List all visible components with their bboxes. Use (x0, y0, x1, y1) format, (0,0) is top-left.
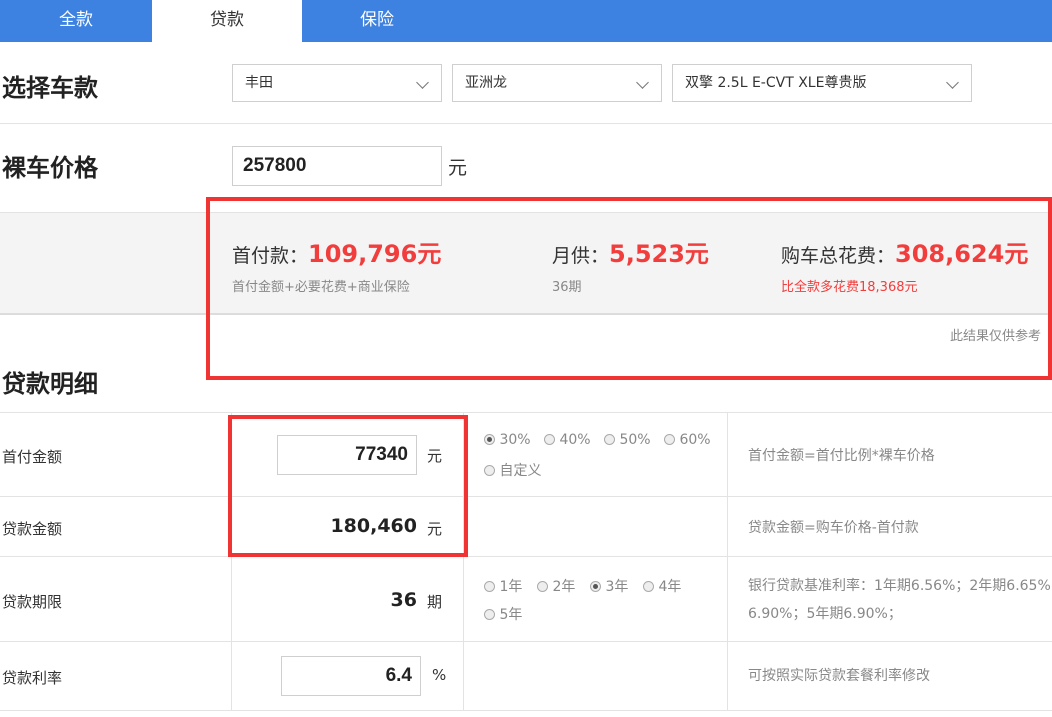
option-label: 2年 (552, 579, 576, 595)
option-label: 50% (619, 432, 651, 448)
radio-icon (484, 581, 495, 592)
trim-select-value: 双擎 2.5L E-CVT XLE尊贵版 (685, 75, 867, 91)
term-option-1y[interactable]: 1年 (484, 576, 522, 596)
option-label: 4年 (658, 579, 682, 595)
chevron-down-icon (946, 76, 959, 89)
trim-select[interactable]: 双擎 2.5L E-CVT XLE尊贵版 (672, 64, 972, 102)
loan-term-label: 贷款期限 (2, 593, 63, 611)
option-label: 3年 (605, 579, 629, 595)
price-unit: 元 (448, 157, 468, 179)
radio-icon (604, 434, 615, 445)
radio-icon (664, 434, 675, 445)
divider (0, 710, 1052, 711)
brand-select-value: 丰田 (245, 75, 273, 91)
option-label: 60% (679, 432, 711, 448)
term-option-4y[interactable]: 4年 (643, 576, 681, 596)
loan-term-value: 36 (390, 589, 417, 611)
chevron-down-icon (416, 76, 429, 89)
radio-icon (544, 434, 555, 445)
amount-highlight-box (228, 415, 468, 557)
radio-icon (537, 581, 548, 592)
loan-term-note-line2: 6.90%；5年期6.90%； (748, 606, 902, 622)
term-option-2y[interactable]: 2年 (537, 576, 575, 596)
down-ratio-option-60[interactable]: 60% (664, 432, 711, 448)
loan-term-note-line1: 银行贷款基准利率：1年期6.56%；2年期6.65%； (748, 578, 1052, 594)
option-label: 30% (499, 432, 531, 448)
down-ratio-option-custom[interactable]: 自定义 (484, 460, 541, 480)
price-title: 裸车价格 (2, 154, 98, 182)
divider (0, 123, 1052, 124)
tab-loan[interactable]: 贷款 (152, 0, 302, 42)
term-option-3y[interactable]: 3年 (590, 576, 628, 596)
tab-full-payment[interactable]: 全款 (0, 0, 152, 42)
loan-term-unit: 期 (427, 593, 443, 611)
loan-amount-label: 贷款金额 (2, 520, 63, 538)
option-label: 40% (559, 432, 591, 448)
loan-amount-note: 贷款金额=购车价格-首付款 (748, 520, 919, 536)
divider (0, 641, 1052, 642)
tab-insurance[interactable]: 保险 (302, 0, 452, 42)
radio-icon (643, 581, 654, 592)
chevron-down-icon (636, 76, 649, 89)
radio-icon (484, 465, 495, 476)
divider (0, 412, 1052, 413)
term-option-5y[interactable]: 5年 (484, 604, 522, 624)
car-price-input[interactable] (232, 146, 442, 186)
result-highlight-box (206, 197, 1052, 380)
model-select[interactable]: 亚洲龙 (452, 64, 662, 102)
divider (0, 556, 1052, 557)
column-divider (727, 412, 728, 711)
radio-selected-icon (590, 581, 601, 592)
radio-selected-icon (484, 434, 495, 445)
brand-select[interactable]: 丰田 (232, 64, 442, 102)
interest-rate-unit: % (432, 666, 447, 684)
radio-icon (484, 609, 495, 620)
down-ratio-option-50[interactable]: 50% (604, 432, 651, 448)
down-ratio-option-30[interactable]: 30% (484, 432, 531, 448)
option-label: 1年 (499, 579, 523, 595)
down-ratio-option-40[interactable]: 40% (544, 432, 591, 448)
down-amount-label: 首付金额 (2, 448, 63, 466)
interest-rate-note: 可按照实际贷款套餐利率修改 (748, 668, 930, 684)
option-label: 自定义 (499, 463, 542, 479)
loan-detail-title: 贷款明细 (2, 370, 98, 398)
interest-rate-label: 贷款利率 (2, 669, 63, 687)
interest-rate-input[interactable] (281, 656, 421, 696)
model-select-value: 亚洲龙 (465, 75, 507, 91)
divider (0, 496, 1052, 497)
down-amount-note: 首付金额=首付比例*裸车价格 (748, 448, 935, 464)
select-car-title: 选择车款 (2, 74, 98, 102)
option-label: 5年 (499, 607, 523, 623)
